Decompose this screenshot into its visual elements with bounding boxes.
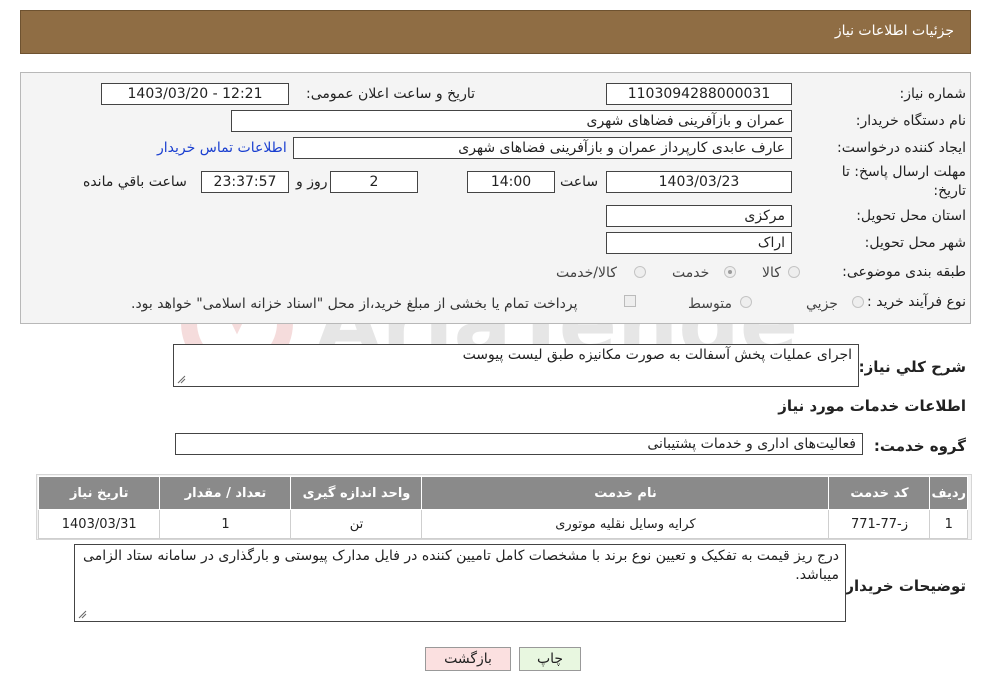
deadline-label: مهلت ارسال پاسخ: تا [841, 164, 966, 180]
page-title: جزئیات اطلاعات نیاز [834, 23, 954, 39]
services-section-title: اطلاعات خدمات مورد نیاز [778, 397, 966, 415]
buyer-notes-label: توضیحات خریدار: [839, 577, 966, 595]
days-field: 2 [330, 171, 418, 193]
province-field: مرکزی [606, 205, 792, 227]
cell-service-name: کرایه وسایل نقلیه موتوری [421, 509, 830, 539]
col-header-quantity: تعداد / مقدار [159, 476, 292, 510]
city-field: اراک [606, 232, 792, 254]
table-header-row: ردیف کد خدمت نام خدمت واحد اندازه گیری ت… [37, 476, 968, 510]
deadline-time-field: 14:00 [467, 171, 555, 193]
announce-datetime-field: 1403/03/20 - 12:21 [101, 83, 289, 105]
need-number-field: 1103094288000031 [606, 83, 792, 105]
cell-service-code: ز-77-771 [828, 509, 931, 539]
resize-handle-icon[interactable] [177, 375, 186, 384]
deadline-time-label: ساعت [560, 174, 599, 190]
col-header-service-name: نام خدمت [421, 476, 830, 510]
process-minor-label: جزیي [806, 296, 838, 312]
deadline-label-date: تاریخ: [933, 183, 966, 199]
category-service-radio[interactable] [724, 266, 736, 278]
announce-label: تاریخ و ساعت اعلان عمومی: [306, 86, 475, 102]
col-header-row-number: ردیف [929, 476, 968, 510]
table-row: 1 ز-77-771 کرایه وسایل نقلیه موتوری تن 1… [37, 509, 968, 539]
cell-quantity: 1 [159, 509, 292, 539]
need-number-label: شماره نیاز: [899, 86, 967, 102]
remaining-label: ساعت باقي مانده [83, 174, 187, 190]
payment-note: پرداخت تمام یا بخشی از مبلغ خرید،از محل … [131, 296, 578, 312]
days-label: روز و [296, 174, 328, 190]
cell-need-date: 1403/03/31 [37, 509, 161, 539]
page-header: جزئیات اطلاعات نیاز [20, 10, 971, 54]
category-goods-radio[interactable] [788, 266, 800, 278]
process-type-label: نوع فرآیند خرید : [867, 294, 966, 310]
print-button[interactable]: چاپ [519, 647, 581, 671]
summary-textarea[interactable]: اجرای عملیات پخش آسفالت به صورت مکانیزه … [173, 344, 859, 387]
service-group-field: فعالیت‌های اداری و خدمات پشتیبانی [175, 433, 863, 455]
category-goods-service-radio[interactable] [634, 266, 646, 278]
treasury-checkbox[interactable] [624, 295, 636, 307]
creator-label: ایجاد کننده درخواست: [837, 140, 966, 156]
process-medium-label: متوسط [688, 296, 732, 312]
process-minor-radio[interactable] [852, 296, 864, 308]
buyer-label: نام دستگاه خریدار: [855, 113, 966, 129]
cell-row-number: 1 [929, 509, 968, 539]
cell-unit: تن [290, 509, 423, 539]
process-medium-radio[interactable] [740, 296, 752, 308]
category-goods-label: کالا [762, 265, 781, 281]
col-header-service-code: کد خدمت [828, 476, 931, 510]
buyer-notes-text: درج ریز قیمت به تفکیک و تعیین نوع برند ب… [83, 548, 839, 583]
category-label: طبقه بندی موضوعی: [842, 264, 966, 280]
city-label: شهر محل تحویل: [864, 235, 966, 251]
summary-label: شرح کلي نياز: [858, 358, 966, 376]
buyer-field: عمران و بازآفرینی فضاهای شهری [231, 110, 792, 132]
col-header-unit: واحد اندازه گیری [290, 476, 423, 510]
category-service-label: خدمت [672, 265, 710, 281]
buyer-notes-textarea[interactable]: درج ریز قیمت به تفکیک و تعیین نوع برند ب… [74, 544, 846, 622]
resize-handle-icon[interactable] [78, 610, 87, 619]
province-label: استان محل تحویل: [856, 208, 966, 224]
services-table: ردیف کد خدمت نام خدمت واحد اندازه گیری ت… [37, 476, 968, 539]
service-group-label: گروه خدمت: [873, 437, 966, 455]
creator-field: عارف عابدی کارپرداز عمران و بازآفرینی فض… [293, 137, 792, 159]
summary-text: اجرای عملیات پخش آسفالت به صورت مکانیزه … [462, 347, 852, 363]
back-button[interactable]: بازگشت [425, 647, 511, 671]
deadline-date-field: 1403/03/23 [606, 171, 792, 193]
category-goods-service-label: کالا/خدمت [556, 265, 617, 281]
col-header-need-date: تاریخ نیاز [37, 476, 161, 510]
buyer-contact-link[interactable]: اطلاعات تماس خریدار [157, 140, 287, 156]
remaining-time-field: 23:37:57 [201, 171, 289, 193]
